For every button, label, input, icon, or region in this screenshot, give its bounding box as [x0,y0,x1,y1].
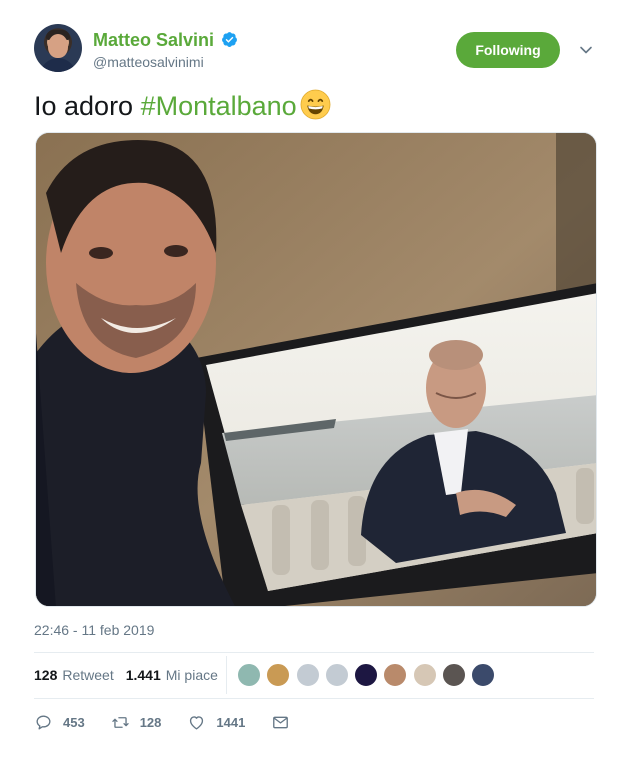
liker-avatar[interactable] [266,663,291,687]
avatar-shirt [40,58,76,72]
engagement-stats: 128 Retweet 1.441 Mi piace [34,664,230,686]
author-avatar[interactable] [34,24,82,72]
chevron-down-icon[interactable] [578,42,594,58]
liker-avatar[interactable] [471,663,496,687]
hashtag-link[interactable]: #Montalbano [141,91,297,121]
tweet-text: Io adoro #Montalbano [34,88,331,124]
liker-avatar[interactable] [354,663,379,687]
liker-avatars [237,663,501,687]
photo-illustration [36,133,596,606]
author-name[interactable]: Matteo Salvini [93,30,214,51]
likes-stat[interactable]: 1.441 Mi piace [126,667,218,683]
verified-badge-icon [222,32,237,47]
reply-icon [36,714,51,730]
like-action[interactable]: 1441 [187,713,245,732]
tweet-card: Matteo Salvini @matteosalvinimi Followin… [0,0,628,758]
liker-avatar[interactable] [295,663,320,687]
liker-avatar[interactable] [412,663,437,687]
following-button[interactable]: Following [456,32,560,68]
reply-action[interactable]: 453 [34,713,85,732]
likes-count: 1.441 [125,667,161,683]
tweet-actions: 453 128 1441 [34,710,326,734]
liker-avatar[interactable] [324,663,349,687]
tweet-photo[interactable] [35,132,597,607]
retweets-stat[interactable]: 128 Retweet [34,667,114,683]
envelope-icon [273,716,289,728]
divider-top [34,652,594,653]
likes-label: Mi piace [165,667,218,683]
liker-avatar[interactable] [383,663,408,687]
stats-separator [226,656,227,694]
liker-avatar[interactable] [237,663,261,687]
liker-avatar[interactable] [442,663,467,687]
tweet-timestamp[interactable]: 22:46 - 11 feb 2019 [34,622,154,638]
grinning-face-emoji-icon [300,89,331,120]
avatar-face [48,34,68,58]
retweet-action[interactable]: 128 [111,713,162,732]
retweets-count: 128 [34,667,58,683]
retweets-label: Retweet [62,667,114,683]
author-handle[interactable]: @matteosalvinimi [93,54,204,70]
like-count: 1441 [216,714,246,730]
retweet-icon [112,716,129,728]
direct-message-action[interactable] [271,713,300,732]
retweet-count: 128 [139,714,162,730]
reply-count: 453 [63,714,85,730]
heart-icon [190,715,204,730]
tweet-text-plain: Io adoro [34,91,141,121]
divider-bottom [34,698,594,699]
